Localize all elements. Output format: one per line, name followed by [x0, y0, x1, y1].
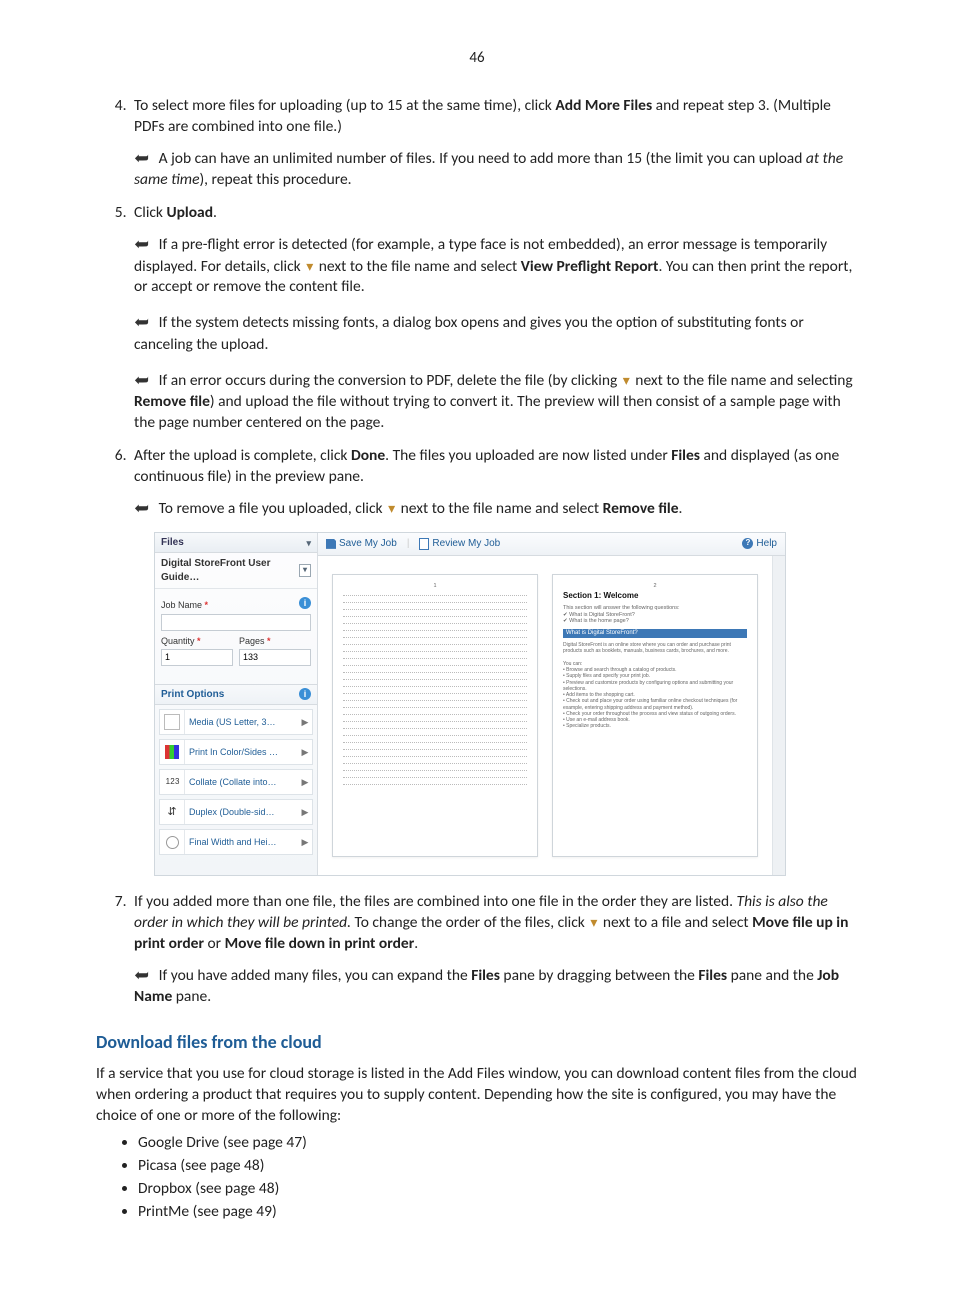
- preview-page-1: 1: [332, 574, 538, 857]
- job-name-input[interactable]: [161, 614, 311, 631]
- chevron-right-icon: ▶: [298, 836, 312, 848]
- step-5: Click Upload. If a pre-flight error is d…: [130, 203, 858, 433]
- step7-note: If you have added many files, you can ex…: [134, 963, 858, 1008]
- dropdown-icon: [304, 257, 315, 276]
- review-job-button[interactable]: Review My Job: [419, 537, 500, 551]
- app-screenshot: Files ▾ Digital StoreFront User Guide… ▾…: [154, 532, 786, 876]
- step-6: After the upload is complete, click Done…: [130, 446, 858, 876]
- list-item: PrintMe (see page 49): [138, 1202, 858, 1223]
- info-icon[interactable]: i: [299, 688, 311, 700]
- job-name-label: Job Name: [161, 599, 208, 611]
- preview-page-2: 2 Section 1: Welcome This section will a…: [552, 574, 758, 857]
- print-option-collate[interactable]: 1 2 3 Collate (Collate into… ▶: [159, 769, 313, 795]
- note-arrow-icon: [134, 371, 155, 390]
- step5-note1: If a pre-flight error is detected (for e…: [134, 232, 858, 298]
- pages-input[interactable]: [239, 649, 311, 666]
- step4-text: To select more files for uploading (up t…: [134, 96, 831, 136]
- note-arrow-icon: [134, 499, 155, 518]
- step-7: If you added more than one file, the fil…: [130, 892, 858, 1008]
- file-row[interactable]: Digital StoreFront User Guide… ▾: [155, 553, 317, 589]
- collate-icon: 1 2 3: [166, 777, 179, 788]
- step-4: To select more files for uploading (up t…: [130, 96, 858, 191]
- quantity-input[interactable]: [161, 649, 233, 666]
- info-icon[interactable]: i: [299, 597, 311, 609]
- page-number: 46: [96, 48, 858, 68]
- dropdown-icon: [588, 913, 599, 932]
- size-icon: [166, 836, 179, 849]
- note-arrow-icon: [134, 235, 155, 254]
- list-item: Google Drive (see page 47): [138, 1133, 858, 1154]
- color-icon: [165, 745, 179, 759]
- step6-note: To remove a file you uploaded, click nex…: [134, 496, 858, 520]
- dropdown-icon: [386, 499, 397, 518]
- print-option-media[interactable]: Media (US Letter, 3… ▶: [159, 709, 313, 735]
- dropdown-icon: [621, 371, 632, 390]
- list-item: Dropbox (see page 48): [138, 1179, 858, 1200]
- quantity-label: Quantity: [161, 635, 233, 647]
- step5-note3: If an error occurs during the conversion…: [134, 368, 858, 434]
- help-icon: ?: [742, 538, 753, 549]
- print-option-duplex[interactable]: ⇵ Duplex (Double-sid… ▶: [159, 799, 313, 825]
- note-arrow-icon: [134, 966, 155, 985]
- preview-blue-bar: What is Digital StoreFront?: [563, 629, 747, 638]
- document-icon: [419, 538, 429, 550]
- step4-note: A job can have an unlimited number of fi…: [134, 146, 858, 191]
- chevron-down-icon[interactable]: ▾: [306, 537, 311, 549]
- duplex-icon: ⇵: [167, 805, 176, 820]
- preview-section-title: Section 1: Welcome: [563, 591, 747, 601]
- note-arrow-icon: [134, 313, 155, 332]
- left-panel: Files ▾ Digital StoreFront User Guide… ▾…: [155, 533, 318, 875]
- toolbar: Save My Job | Review My Job ? Help: [318, 533, 785, 556]
- pages-label: Pages: [239, 635, 311, 647]
- print-option-size[interactable]: Final Width and Hei… ▶: [159, 829, 313, 855]
- list-item: Picasa (see page 48): [138, 1156, 858, 1177]
- chevron-right-icon: ▶: [298, 806, 312, 818]
- files-pane-header[interactable]: Files ▾: [155, 533, 317, 554]
- media-icon: [164, 714, 180, 730]
- chevron-right-icon: ▶: [298, 776, 312, 788]
- note-arrow-icon: [134, 149, 155, 168]
- scrollbar[interactable]: [772, 556, 785, 875]
- file-menu-icon[interactable]: ▾: [299, 564, 311, 577]
- preview-area: 1 2 Section 1: Welc: [318, 556, 772, 875]
- print-option-color[interactable]: Print In Color/Sides … ▶: [159, 739, 313, 765]
- step5-note2: If the system detects missing fonts, a d…: [134, 310, 858, 355]
- cloud-services-list: Google Drive (see page 47) Picasa (see p…: [96, 1133, 858, 1223]
- print-options-header[interactable]: Print Options i: [155, 684, 317, 706]
- chevron-right-icon: ▶: [298, 716, 312, 728]
- section-body: If a service that you use for cloud stor…: [96, 1064, 858, 1127]
- section-heading: Download files from the cloud: [96, 1030, 858, 1054]
- save-icon: [326, 539, 336, 549]
- file-name-label: Digital StoreFront User Guide…: [161, 557, 299, 584]
- save-job-button[interactable]: Save My Job: [326, 537, 397, 551]
- help-button[interactable]: ? Help: [742, 537, 777, 551]
- chevron-right-icon: ▶: [298, 746, 312, 758]
